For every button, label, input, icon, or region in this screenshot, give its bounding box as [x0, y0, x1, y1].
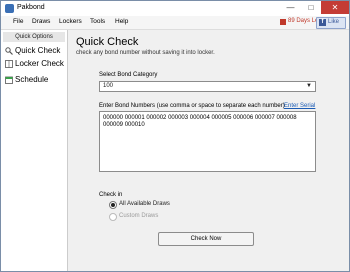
app-icon [5, 4, 14, 13]
locker-icon [5, 60, 13, 68]
menu-lockers[interactable]: Lockers [59, 18, 82, 25]
facebook-icon: f [319, 19, 326, 26]
sidebar-header: Quick Options [3, 32, 65, 42]
magnifier-icon [5, 47, 13, 55]
radio-all-draws-control[interactable] [109, 201, 117, 209]
sidebar-item-label: Schedule [15, 75, 49, 84]
menu-file[interactable]: File [13, 18, 23, 25]
bond-category-select[interactable]: 100 ▼ [99, 81, 316, 92]
bond-numbers-value: 000000 000001 000002 000003 000004 00000… [103, 115, 297, 128]
bond-category-label: Select Bond Category [99, 72, 158, 78]
flag-icon [280, 19, 286, 25]
bond-numbers-label: Enter Bond Numbers (use comma or space t… [99, 103, 285, 109]
window-title: Pakbond [17, 4, 45, 11]
title-bar: Pakbond — □ ✕ [1, 1, 349, 16]
menu-tools[interactable]: Tools [90, 18, 105, 25]
like-label: Like [328, 19, 340, 25]
check-in-label: Check in [99, 192, 123, 198]
chevron-down-icon[interactable]: ▼ [306, 83, 312, 89]
main-panel: Quick Check check any bond number withou… [68, 30, 349, 271]
sidebar-item-label: Locker Check [15, 59, 64, 68]
check-now-button[interactable]: Check Now [158, 232, 254, 246]
minimize-icon[interactable]: — [280, 1, 301, 14]
maximize-icon[interactable]: □ [301, 1, 321, 14]
bond-category-value: 100 [103, 83, 114, 89]
sidebar-item-label: Quick Check [15, 46, 61, 55]
page-subtitle: check any bond number without saving it … [76, 50, 215, 56]
radio-custom-draws-label: Custom Draws [119, 213, 159, 219]
bond-numbers-input[interactable]: 000000 000001 000002 000003 000004 00000… [99, 111, 316, 172]
menu-bar: File Draws Lockers Tools Help 89 Days Le… [1, 16, 349, 30]
menu-draws[interactable]: Draws [32, 18, 50, 25]
schedule-icon [5, 76, 13, 84]
radio-all-draws-label: All Available Draws [119, 201, 170, 207]
enter-serial-link[interactable]: Enter Serial [284, 103, 315, 109]
sidebar: Quick Options Quick Check Locker Check S… [1, 30, 68, 271]
close-icon[interactable]: ✕ [321, 1, 349, 14]
facebook-like-button[interactable]: f Like [316, 17, 346, 29]
menu-help[interactable]: Help [115, 18, 128, 25]
radio-custom-draws-control [109, 213, 117, 221]
page-title: Quick Check [76, 36, 139, 48]
application-window: Pakbond — □ ✕ File Draws Lockers Tools H… [0, 0, 350, 272]
